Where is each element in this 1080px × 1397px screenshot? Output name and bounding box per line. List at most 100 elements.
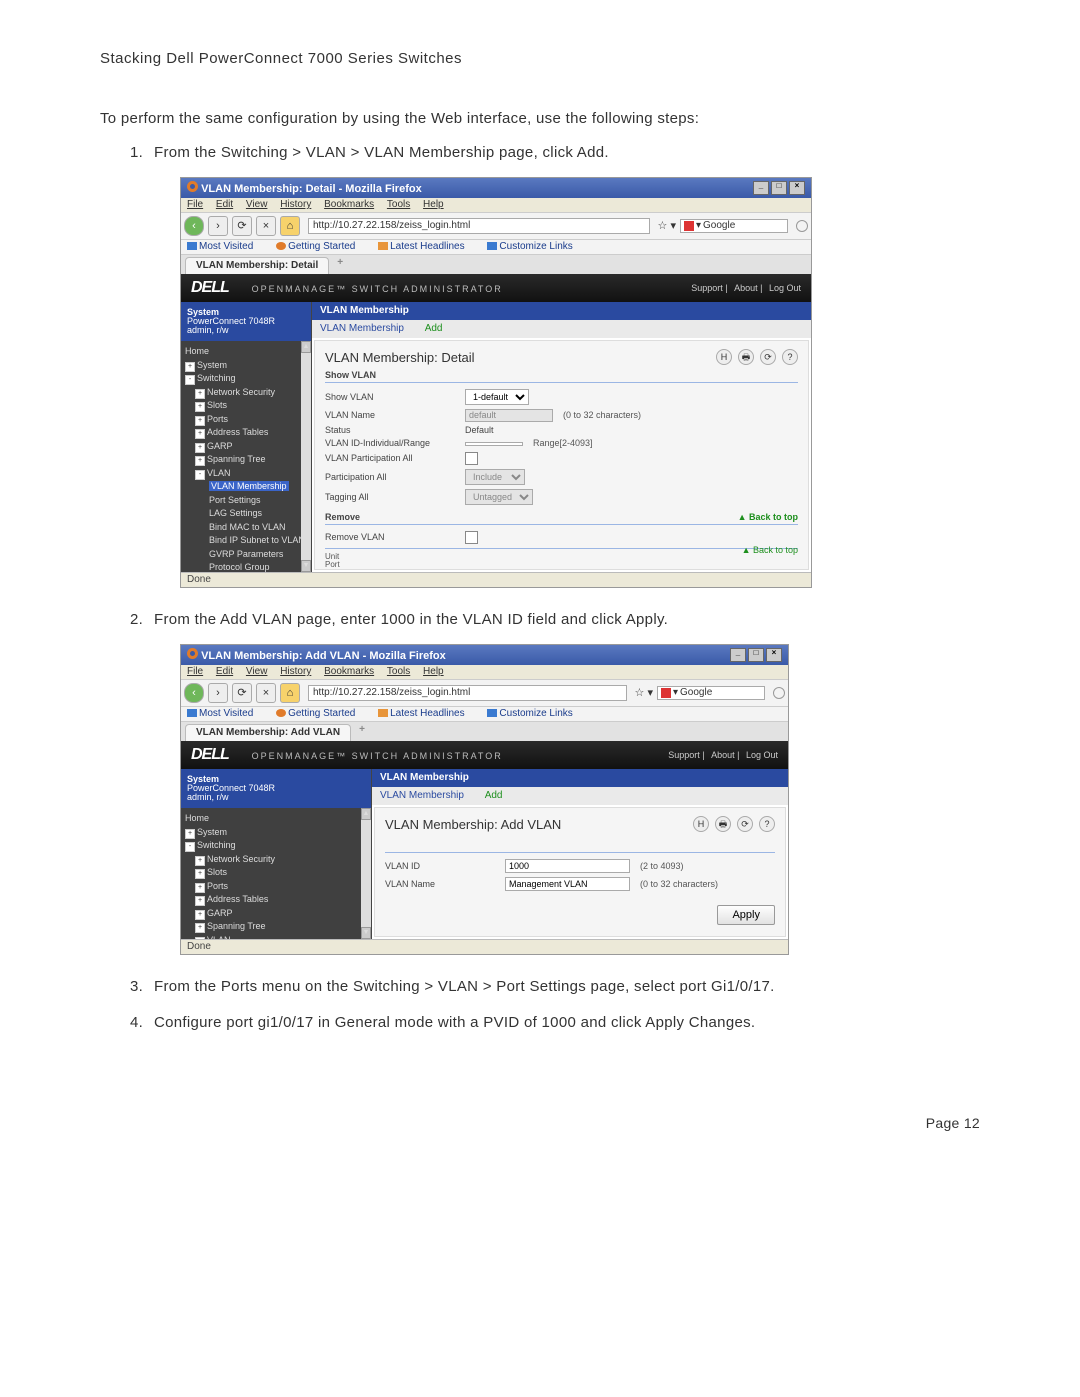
menu-bookmarks[interactable]: Bookmarks [324,200,374,210]
menu-edit[interactable]: Edit [216,200,233,210]
select-tagging[interactable]: Untagged [465,489,533,505]
reload-button[interactable]: ⟳ [232,683,252,703]
input-vlan-id-range[interactable] [465,442,523,446]
apply-button[interactable]: Apply [717,905,775,925]
link-about[interactable]: About [734,283,758,293]
menu-edit[interactable]: Edit [216,667,233,677]
tree-item[interactable]: +Ports [193,413,309,427]
back-button[interactable]: ‹ [184,683,204,703]
reload-button[interactable]: ⟳ [232,216,252,236]
bm-customize-links[interactable]: Customize Links [487,241,582,252]
tree-expand-icon[interactable]: - [185,842,195,852]
tree-item[interactable]: Protocol Group [207,561,309,572]
link-logout[interactable]: Log Out [746,750,778,760]
bm-most-visited[interactable]: Most Visited [187,241,263,252]
tab-active[interactable]: VLAN Membership: Add VLAN [185,724,351,741]
scroll-down-icon[interactable]: ▼ [361,927,371,939]
bookmark-star-icon[interactable]: ☆ ▾ [635,688,653,699]
tree-item[interactable]: -Switching [183,839,369,853]
menu-history[interactable]: History [280,667,311,677]
tree-item[interactable]: +Slots [193,399,309,413]
bm-getting-started[interactable]: Getting Started [276,708,365,719]
tree-expand-icon[interactable]: + [195,869,205,879]
search-field[interactable]: ▾ Google [680,219,788,233]
menu-view[interactable]: View [246,200,268,210]
breadcrumb-action[interactable]: Add [485,790,503,801]
tab-new[interactable]: + [329,255,351,274]
tree-expand-icon[interactable]: + [195,883,205,893]
tree-item[interactable]: +System [183,359,309,373]
tree-item[interactable]: +Address Tables [193,426,309,440]
scrollbar[interactable]: ▲▼ [361,808,371,939]
scroll-down-icon[interactable]: ▼ [301,560,311,572]
minimize-button[interactable]: _ [730,648,746,662]
bm-most-visited[interactable]: Most Visited [187,708,263,719]
menu-bar[interactable]: File Edit View History Bookmarks Tools H… [181,198,811,212]
menu-history[interactable]: History [280,200,311,210]
menu-bookmarks[interactable]: Bookmarks [324,667,374,677]
checkbox-remove-vlan[interactable] [465,531,478,544]
back-to-top-link-2[interactable]: ▲ Back to top [742,546,798,555]
refresh-icon[interactable]: ⟳ [737,816,753,832]
tree-expand-icon[interactable]: - [185,375,195,385]
tree-item[interactable]: +System [183,826,369,840]
tree-item[interactable]: +Slots [193,866,369,880]
checkbox-part-all[interactable] [465,452,478,465]
tree-item[interactable]: -VLAN [193,934,369,940]
bm-latest-headlines[interactable]: Latest Headlines [378,241,475,252]
scrollbar[interactable]: ▲▼ [301,341,311,572]
search-go-icon[interactable] [796,220,808,232]
maximize-button[interactable]: □ [771,181,787,195]
breadcrumb-action[interactable]: Add [425,323,443,334]
save-icon[interactable]: H [716,349,732,365]
tree-item[interactable]: Bind IP Subnet to VLAN [207,534,309,548]
tree-item[interactable]: +Spanning Tree [193,920,369,934]
tree-expand-icon[interactable]: + [195,910,205,920]
tree-expand-icon[interactable]: + [195,402,205,412]
print-icon[interactable]: 🖶 [738,349,754,365]
input-vlan-id[interactable] [505,859,630,873]
nav-tree[interactable]: ▲▼ Home+System-Switching+Network Securit… [181,341,311,572]
menu-file[interactable]: File [187,667,203,677]
bm-getting-started[interactable]: Getting Started [276,241,365,252]
select-show-vlan[interactable]: 1-default [465,389,529,405]
back-button[interactable]: ‹ [184,216,204,236]
refresh-icon[interactable]: ⟳ [760,349,776,365]
link-logout[interactable]: Log Out [769,283,801,293]
bookmark-star-icon[interactable]: ☆ ▾ [658,221,676,232]
menu-bar[interactable]: File Edit View History Bookmarks Tools H… [181,665,788,679]
tree-expand-icon[interactable]: + [195,856,205,866]
search-go-icon[interactable] [773,687,785,699]
link-about[interactable]: About [711,750,735,760]
bm-customize-links[interactable]: Customize Links [487,708,582,719]
tab-new[interactable]: + [351,722,373,741]
menu-tools[interactable]: Tools [387,200,410,210]
scroll-up-icon[interactable]: ▲ [361,808,371,820]
select-participation[interactable]: Include [465,469,525,485]
tree-item[interactable]: Home [183,345,309,359]
nav-tree[interactable]: ▲▼ Home+System-Switching+Network Securit… [181,808,371,939]
tree-item[interactable]: -VLAN [193,467,309,481]
forward-button[interactable]: › [208,683,228,703]
maximize-button[interactable]: □ [748,648,764,662]
tree-expand-icon[interactable]: + [195,389,205,399]
tree-item[interactable]: Home [183,812,369,826]
tree-expand-icon[interactable]: - [195,470,205,480]
menu-view[interactable]: View [246,667,268,677]
breadcrumb-page[interactable]: VLAN Membership [320,323,404,334]
menu-tools[interactable]: Tools [387,667,410,677]
tree-expand-icon[interactable]: + [195,896,205,906]
tree-item[interactable]: -Switching [183,372,309,386]
help-icon[interactable]: ? [759,816,775,832]
tree-expand-icon[interactable]: + [185,829,195,839]
home-button[interactable]: ⌂ [280,216,300,236]
help-icon[interactable]: ? [782,349,798,365]
minimize-button[interactable]: _ [753,181,769,195]
tree-item[interactable]: GVRP Parameters [207,548,309,562]
tree-item[interactable]: LAG Settings [207,507,309,521]
tree-expand-icon[interactable]: + [195,443,205,453]
scroll-up-icon[interactable]: ▲ [301,341,311,353]
tree-expand-icon[interactable]: + [195,456,205,466]
search-field[interactable]: ▾ Google [657,686,765,700]
link-support[interactable]: Support [668,750,700,760]
